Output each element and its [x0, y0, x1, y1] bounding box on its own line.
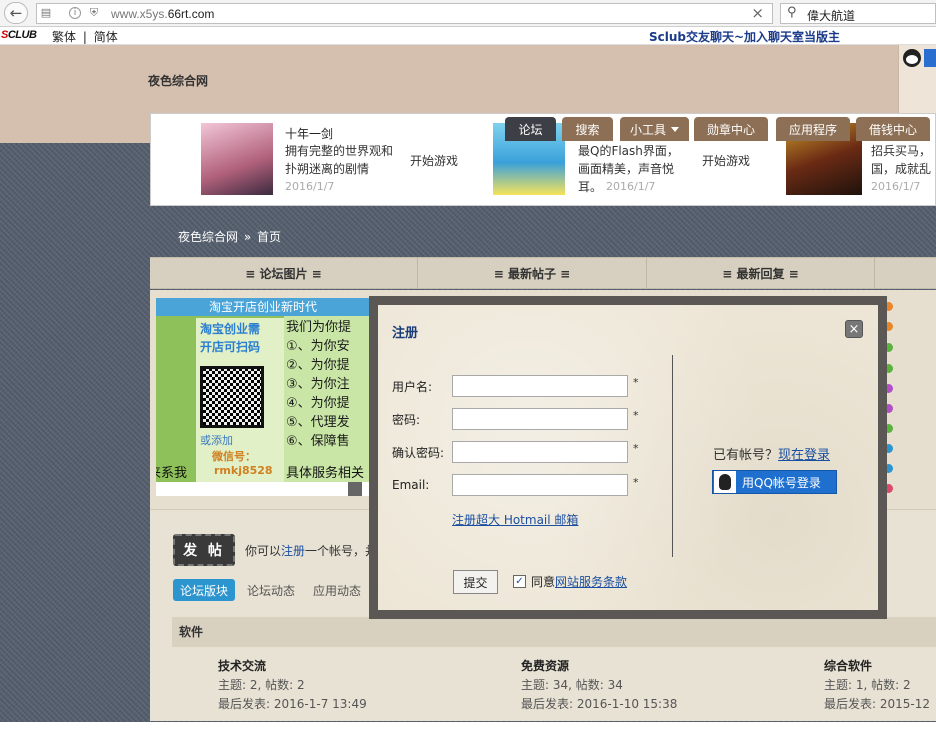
chat-link[interactable]: Sclub交友聊天~加入聊天室当版主 [649, 28, 840, 45]
tab-app-activity[interactable]: 应用动态 [307, 579, 367, 601]
sclub-logo[interactable]: SCLUB [1, 29, 37, 41]
breadcrumb: 夜色综合网 » 首页 [178, 230, 282, 244]
lang-traditional-link[interactable]: 繁体 [52, 30, 76, 44]
login-now-link[interactable]: 现在登录 [778, 448, 830, 463]
nav-tab-apps[interactable]: 应用程序 [776, 117, 850, 141]
ad-banner-text: 淘宝开店创业新时代 [156, 298, 370, 316]
game-date: 2016/1/7 [606, 180, 656, 193]
play-game-link[interactable]: 开始游戏 [410, 152, 458, 169]
register-link[interactable]: 注册 [281, 544, 305, 558]
breadcrumb-home[interactable]: 夜色综合网 [178, 230, 238, 244]
game-thumbnail[interactable] [201, 123, 273, 195]
lang-simplified-link[interactable]: 简体 [94, 30, 118, 44]
search-text: 偉大航道 [807, 9, 856, 23]
game-date: 2016/1/7 [285, 180, 335, 193]
site-title[interactable]: 夜色综合网 [148, 72, 208, 89]
search-icon: ⚲ [787, 5, 797, 20]
confirm-password-field[interactable] [452, 441, 628, 463]
qq-login-button[interactable]: 用QQ帐号登录 [712, 470, 837, 494]
nav-tab-search[interactable]: 搜索 [562, 117, 613, 141]
browser-toolbar: ← ▤ i ⛨ www.x5ys.66rt.com × ⚲ 偉大航道 [0, 0, 936, 27]
password-label: 密码: [392, 413, 421, 427]
agree-terms-checkbox[interactable]: ✓ [513, 575, 526, 588]
qq-penguin-icon [714, 471, 736, 493]
forum-item[interactable]: 免费资源 主题: 34, 帖数: 34 最后发表: 2016-1-10 15:3… [521, 657, 677, 714]
arrow-left-icon: ← [9, 4, 23, 22]
confirm-password-label: 确认密码: [392, 446, 445, 460]
dialog-divider [672, 355, 673, 557]
register-hint: 你可以注册一个帐号，并 [245, 544, 378, 558]
site-topbar: SCLUB 繁体 | 简体 Sclub交友聊天~加入聊天室当版主 [0, 27, 936, 45]
language-switch: 繁体 | 简体 [52, 30, 118, 44]
dialog-title: 注册 [392, 326, 419, 341]
nav-tab-tools[interactable]: 小工具 [620, 117, 689, 141]
play-game-link[interactable]: 开始游戏 [702, 152, 750, 169]
forum-image-ad[interactable]: 淘宝开店创业新时代 淘宝创业需 开店可扫码 或添加 微信号： rmkj8528 … [156, 298, 370, 496]
required-mark: * [633, 442, 639, 455]
address-bar[interactable]: ▤ i ⛨ www.x5ys.66rt.com × [36, 3, 773, 24]
close-icon: × [848, 321, 860, 337]
qq-penguin-icon [903, 49, 921, 67]
page-icon: ▤ [40, 6, 52, 19]
url-text: www.x5ys.66rt.com [111, 7, 215, 21]
section-latest-replies[interactable]: ≡ 最新回复 ≡ [647, 258, 875, 288]
nav-tab-forum[interactable]: 论坛 [505, 117, 556, 141]
nav-tab-loans[interactable]: 借钱中心 [856, 117, 930, 141]
section-forum-images[interactable]: ≡ 论坛图片 ≡ [150, 258, 418, 288]
tab-forum-activity[interactable]: 论坛动态 [241, 579, 301, 601]
qr-code-image [200, 366, 264, 428]
forum-item[interactable]: 技术交流 主题: 2, 帖数: 2 最后发表: 2016-1-7 13:49 [218, 657, 367, 714]
section-latest-posts[interactable]: ≡ 最新帖子 ≡ [418, 258, 647, 288]
username-field[interactable] [452, 375, 628, 397]
email-label: Email: [392, 478, 430, 492]
close-button[interactable]: × [845, 320, 863, 338]
shield-icon[interactable]: ⛨ [87, 6, 101, 20]
game-desc: 招兵买马， 国，成就乱 [871, 144, 932, 176]
nav-tab-medals[interactable]: 勋章中心 [694, 117, 768, 141]
section-header-bar: ≡ 论坛图片 ≡ ≡ 最新帖子 ≡ ≡ 最新回复 ≡ [150, 257, 936, 289]
game-title[interactable]: 十年一剑 [285, 125, 333, 142]
required-mark: * [633, 376, 639, 389]
back-button[interactable]: ← [4, 2, 28, 24]
info-icon[interactable]: i [69, 7, 81, 19]
search-input[interactable]: ⚲ 偉大航道 [780, 3, 936, 24]
category-header[interactable]: 软件 [172, 617, 936, 647]
tab-forum-boards[interactable]: 论坛版块 [173, 579, 235, 601]
game-desc: 拥有完整的世界观和 扑朔迷离的剧情 [285, 144, 394, 176]
required-mark: * [633, 476, 639, 489]
submit-button[interactable]: 提交 [453, 570, 498, 594]
ad-scrollbar[interactable] [156, 482, 370, 496]
hotmail-register-link[interactable]: 注册超大 Hotmail 邮箱 [452, 511, 578, 528]
required-mark: * [633, 409, 639, 422]
breadcrumb-current: 首页 [257, 230, 282, 244]
chevron-down-icon [671, 126, 679, 132]
new-post-button[interactable]: 发 帖 [173, 534, 235, 566]
game-date: 2016/1/7 [871, 180, 921, 193]
forum-item[interactable]: 综合软件 主题: 1, 帖数: 2 最后发表: 2015-12 [824, 657, 936, 714]
have-account-text: 已有帐号？现在登录 [713, 448, 831, 463]
terms-link[interactable]: 网站服务条款 [555, 575, 627, 589]
check-icon: ✓ [515, 576, 524, 587]
email-field[interactable] [452, 474, 628, 496]
close-icon[interactable]: × [751, 4, 764, 22]
agree-terms-label: 同意网站服务条款 [531, 575, 628, 589]
password-field[interactable] [452, 408, 628, 430]
username-label: 用户名: [392, 380, 433, 394]
